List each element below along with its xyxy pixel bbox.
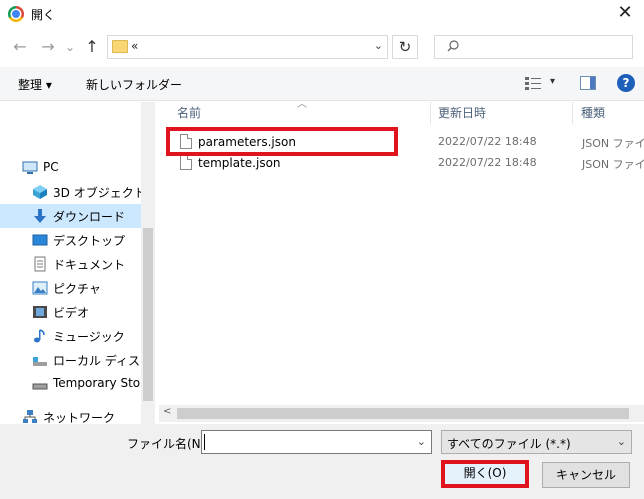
sidebar-item-pc[interactable]: PC	[0, 156, 141, 180]
music-icon	[34, 329, 45, 343]
sidebar-item-label: ドキュメント	[53, 258, 126, 272]
preview-pane-icon[interactable]	[580, 76, 596, 90]
organize-button[interactable]: 整理 ▾	[18, 76, 52, 93]
highlight-box-parameters	[166, 127, 398, 156]
file-type: JSON ファイル	[582, 158, 644, 171]
filename-dropdown-button[interactable]: ⌄	[417, 435, 426, 448]
file-type-select[interactable]: すべてのファイル (*.*) ⌄	[441, 430, 632, 454]
local-disk-icon	[33, 357, 47, 366]
column-divider[interactable]	[430, 102, 431, 124]
sidebar-item-label: PC	[43, 160, 59, 174]
search-input[interactable]	[434, 35, 633, 59]
sidebar-item-label: ダウンロード	[53, 210, 126, 224]
address-bar[interactable]: « ⌄	[107, 35, 388, 59]
sidebar-item-label: ミュージック	[53, 330, 125, 344]
network-icon	[23, 410, 37, 423]
filename-label: ファイル名(N):	[127, 437, 210, 451]
drive-icon	[32, 383, 48, 390]
sort-ascending-icon: ︿	[297, 99, 307, 110]
file-list-scrollbar-thumb[interactable]	[177, 408, 629, 419]
column-header-type[interactable]: 種類	[581, 102, 605, 124]
back-button[interactable]: ←	[10, 36, 30, 58]
scroll-left-icon[interactable]: <	[163, 406, 171, 417]
sidebar-item-label: ビデオ	[53, 306, 90, 320]
sidebar-item-desktop[interactable]: デスクトップ	[0, 228, 141, 252]
new-folder-button[interactable]: 新しいフォルダー	[86, 76, 182, 93]
sidebar-item-temporary-storage[interactable]: Temporary Stora	[0, 372, 141, 396]
search-icon	[447, 40, 459, 52]
recent-locations-dropdown[interactable]: ⌄	[62, 36, 78, 58]
window-title: 開く	[31, 8, 56, 22]
help-icon[interactable]: ?	[617, 74, 635, 92]
3d-objects-icon	[33, 185, 47, 199]
address-path: «	[131, 39, 139, 53]
refresh-button[interactable]: ↻	[392, 35, 418, 59]
dialog-footer: ファイル名(N): ⌄ すべてのファイル (*.*) ⌄ 開く(O) キャンセル	[0, 424, 644, 499]
forward-button[interactable]: →	[38, 36, 58, 58]
file-icon	[180, 155, 192, 170]
folder-icon	[112, 40, 128, 53]
command-bar: 整理 ▾ 新しいフォルダー ▾ ?	[0, 67, 644, 101]
view-dropdown-button[interactable]: ▾	[550, 76, 555, 87]
sidebar-item-label: ローカル ディスク (C	[53, 354, 141, 368]
up-button[interactable]: ↑	[82, 36, 102, 58]
file-type: JSON ファイル	[582, 137, 644, 150]
close-button[interactable]: ✕	[614, 1, 636, 25]
sidebar-item-label: デスクトップ	[53, 234, 126, 248]
column-divider[interactable]	[572, 102, 573, 124]
open-button[interactable]: 開く(O)	[441, 460, 529, 488]
file-date: 2022/07/22 18:48	[438, 156, 537, 169]
navigation-pane: PC 3D オブジェクト ダウンロード デスクトップ ドキュメント ピクチャ ビ…	[0, 102, 155, 425]
sidebar-item-videos[interactable]: ビデオ	[0, 300, 141, 324]
file-type-value: すべてのファイル (*.*)	[447, 437, 571, 451]
sidebar-scrollbar[interactable]	[141, 102, 155, 424]
sidebar-item-label: Temporary Stora	[53, 376, 141, 390]
column-header-date[interactable]: 更新日時	[438, 102, 486, 124]
cancel-button[interactable]: キャンセル	[542, 462, 630, 488]
file-date: 2022/07/22 18:48	[438, 135, 537, 148]
chevron-down-icon: ⌄	[616, 435, 626, 448]
pictures-icon	[32, 281, 48, 295]
sidebar-item-label: ピクチャ	[53, 282, 101, 296]
column-header-name[interactable]: 名前	[177, 102, 201, 124]
sidebar-item-local-disk[interactable]: ローカル ディスク (C	[0, 348, 141, 372]
sidebar-item-downloads[interactable]: ダウンロード	[0, 204, 141, 228]
videos-icon	[33, 306, 47, 318]
sidebar-item-music[interactable]: ミュージック	[0, 324, 141, 348]
sidebar-item-label: 3D オブジェクト	[53, 186, 141, 200]
sidebar-item-3d-objects[interactable]: 3D オブジェクト	[0, 180, 141, 204]
pc-icon	[22, 161, 38, 174]
filename-input[interactable]: ⌄	[201, 430, 432, 454]
file-list-scrollbar[interactable]: <	[159, 405, 644, 422]
desktop-icon	[32, 234, 48, 246]
sidebar-item-documents[interactable]: ドキュメント	[0, 252, 141, 276]
address-dropdown-button[interactable]: ⌄	[374, 39, 383, 52]
chrome-icon	[8, 6, 24, 22]
file-name: template.json	[198, 156, 281, 170]
documents-icon	[34, 256, 46, 272]
view-options-icon[interactable]	[525, 77, 541, 90]
sidebar-scrollbar-thumb[interactable]	[143, 228, 153, 401]
downloads-icon	[34, 209, 46, 223]
sidebar-item-pictures[interactable]: ピクチャ	[0, 276, 141, 300]
title-bar: 開く ✕	[0, 0, 644, 28]
